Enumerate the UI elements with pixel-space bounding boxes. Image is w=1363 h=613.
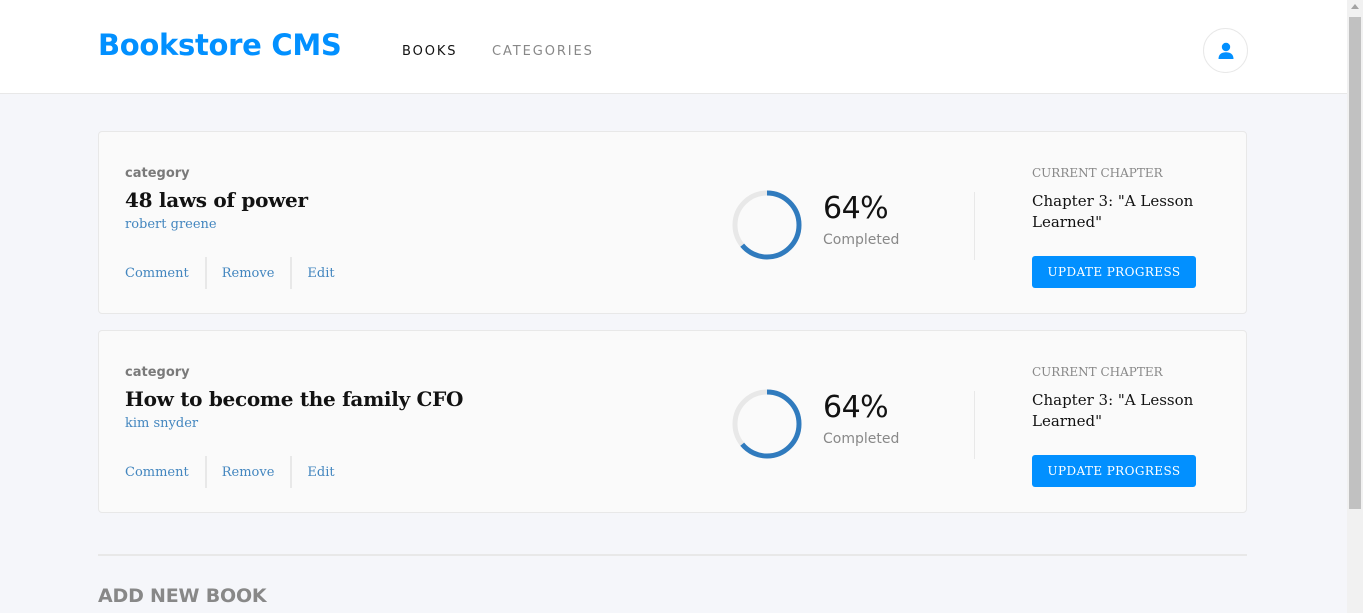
book-category: category (125, 365, 190, 380)
progress-percent: 64% (823, 390, 889, 425)
book-card: category How to become the family CFO ki… (98, 330, 1247, 513)
action-divider (290, 257, 293, 289)
progress-ring (732, 389, 802, 459)
edit-button[interactable]: Edit (307, 266, 334, 281)
progress-percent: 64% (823, 191, 889, 226)
logo: Bookstore CMS (98, 28, 342, 62)
page-header: Bookstore CMS BOOKS CATEGORIES (0, 0, 1347, 94)
book-title: How to become the family CFO (125, 387, 464, 411)
current-chapter-label: CURRENT CHAPTER (1032, 365, 1163, 379)
nav-categories-link[interactable]: CATEGORIES (492, 44, 594, 59)
section-divider (98, 554, 1247, 556)
edit-button[interactable]: Edit (307, 465, 334, 480)
book-actions: Comment Remove Edit (125, 456, 335, 488)
add-book-title: ADD NEW BOOK (98, 585, 267, 607)
user-avatar-button[interactable] (1203, 28, 1248, 73)
remove-button[interactable]: Remove (222, 465, 275, 480)
update-progress-button[interactable]: UPDATE PROGRESS (1032, 256, 1196, 288)
comment-button[interactable]: Comment (125, 266, 189, 281)
book-category: category (125, 166, 190, 181)
comment-button[interactable]: Comment (125, 465, 189, 480)
current-chapter: Chapter 3: "A Lesson Learned" (1032, 391, 1194, 430)
book-author[interactable]: kim snyder (125, 416, 198, 431)
action-divider (290, 456, 293, 488)
current-chapter-label: CURRENT CHAPTER (1032, 166, 1163, 180)
action-divider (204, 456, 207, 488)
book-card: category 48 laws of power robert greene … (98, 131, 1247, 314)
user-icon (1218, 42, 1233, 59)
vertical-divider (974, 391, 975, 459)
completed-label: Completed (823, 431, 900, 447)
completed-label: Completed (823, 232, 900, 248)
scrollbar-thumb[interactable] (1349, 17, 1361, 509)
book-title: 48 laws of power (125, 188, 308, 212)
scroll-up-arrow-icon[interactable] (1351, 4, 1359, 9)
book-author[interactable]: robert greene (125, 217, 217, 232)
progress-ring (732, 190, 802, 260)
current-chapter: Chapter 3: "A Lesson Learned" (1032, 192, 1194, 231)
book-actions: Comment Remove Edit (125, 257, 335, 289)
nav-books-link[interactable]: BOOKS (402, 44, 457, 59)
action-divider (204, 257, 207, 289)
vertical-divider (974, 192, 975, 260)
vertical-scrollbar[interactable] (1347, 0, 1363, 613)
remove-button[interactable]: Remove (222, 266, 275, 281)
update-progress-button[interactable]: UPDATE PROGRESS (1032, 455, 1196, 487)
